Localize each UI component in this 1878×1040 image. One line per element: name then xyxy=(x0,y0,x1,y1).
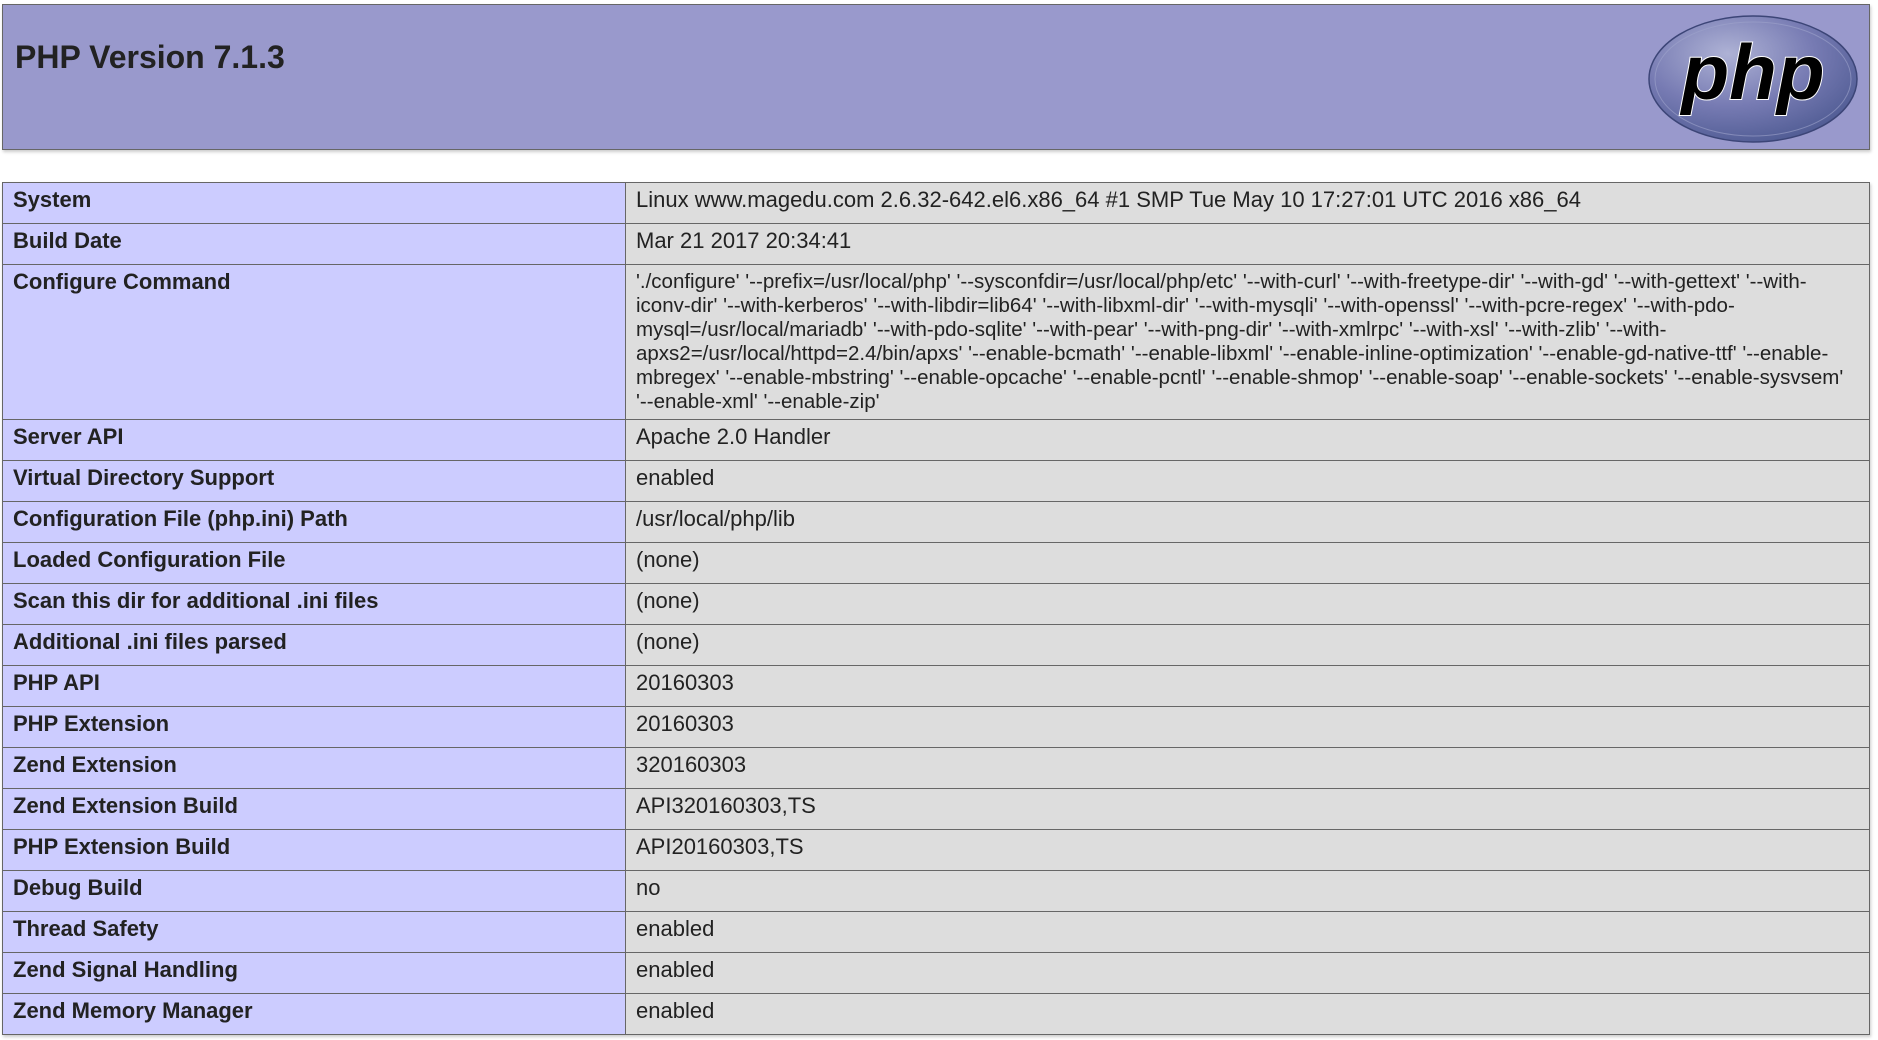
row-key: Server API xyxy=(2,419,626,461)
row-key: PHP Extension xyxy=(2,706,626,748)
table-row: Loaded Configuration File (none) xyxy=(2,542,1870,584)
row-key: Zend Extension xyxy=(2,747,626,789)
info-table: System Linux www.magedu.com 2.6.32-642.el… xyxy=(2,182,1870,1035)
table-row: Build Date Mar 21 2017 20:34:41 xyxy=(2,223,1870,265)
row-value: Mar 21 2017 20:34:41 xyxy=(625,223,1870,265)
row-value: 20160303 xyxy=(625,665,1870,707)
table-row: Zend Extension Build API320160303,TS xyxy=(2,788,1870,830)
table-row: Server API Apache 2.0 Handler xyxy=(2,419,1870,461)
row-value: (none) xyxy=(625,624,1870,666)
row-value: no xyxy=(625,870,1870,912)
row-key: Virtual Directory Support xyxy=(2,460,626,502)
table-row: Zend Memory Manager enabled xyxy=(2,993,1870,1035)
row-key: PHP API xyxy=(2,665,626,707)
php-logo-icon[interactable]: php xyxy=(1647,13,1859,145)
table-row: Configure Command './configure' '--prefix… xyxy=(2,264,1870,420)
table-row: Scan this dir for additional .ini files(… xyxy=(2,583,1870,625)
table-row: PHP Extension 20160303 xyxy=(2,706,1870,748)
row-value: (none) xyxy=(625,542,1870,584)
row-value: enabled xyxy=(625,993,1870,1035)
row-value: Apache 2.0 Handler xyxy=(625,419,1870,461)
row-key: Configuration File (php.ini) Path xyxy=(2,501,626,543)
table-row: Additional .ini files parsed (none) xyxy=(2,624,1870,666)
row-key: Additional .ini files parsed xyxy=(2,624,626,666)
row-key: Zend Extension Build xyxy=(2,788,626,830)
row-key: System xyxy=(2,182,626,224)
row-key: Scan this dir for additional .ini files xyxy=(2,583,626,625)
row-key: Thread Safety xyxy=(2,911,626,953)
table-row: Thread Safety enabled xyxy=(2,911,1870,953)
row-key: Loaded Configuration File xyxy=(2,542,626,584)
row-value: enabled xyxy=(625,460,1870,502)
table-row: Zend Signal Handling enabled xyxy=(2,952,1870,994)
row-key: Zend Memory Manager xyxy=(2,993,626,1035)
table-row: Zend Extension 320160303 xyxy=(2,747,1870,789)
row-value: './configure' '--prefix=/usr/local/php' … xyxy=(625,264,1870,420)
row-value: Linux www.magedu.com 2.6.32-642.el6.x86_… xyxy=(625,182,1870,224)
row-value: /usr/local/php/lib xyxy=(625,501,1870,543)
row-value: API320160303,TS xyxy=(625,788,1870,830)
table-row: PHP Extension Build API20160303,TS xyxy=(2,829,1870,871)
row-key: Debug Build xyxy=(2,870,626,912)
row-value: 320160303 xyxy=(625,747,1870,789)
info-table-body: System Linux www.magedu.com 2.6.32-642.el… xyxy=(2,182,1870,1035)
row-value: enabled xyxy=(625,952,1870,994)
page-title: PHP Version 7.1.3 xyxy=(15,39,285,75)
row-value: enabled xyxy=(625,911,1870,953)
php-logo-text: php xyxy=(1680,28,1825,116)
table-row: Virtual Directory Support enabled xyxy=(2,460,1870,502)
table-row: System Linux www.magedu.com 2.6.32-642.el… xyxy=(2,182,1870,224)
row-key: PHP Extension Build xyxy=(2,829,626,871)
row-key: Zend Signal Handling xyxy=(2,952,626,994)
row-value: API20160303,TS xyxy=(625,829,1870,871)
table-row: Debug Build no xyxy=(2,870,1870,912)
row-value: (none) xyxy=(625,583,1870,625)
row-key: Configure Command xyxy=(2,264,626,420)
row-key: Build Date xyxy=(2,223,626,265)
row-value: 20160303 xyxy=(625,706,1870,748)
table-row: Configuration File (php.ini) Path/usr/lo… xyxy=(2,501,1870,543)
table-row: PHP API 20160303 xyxy=(2,665,1870,707)
page-header: PHP Version 7.1.3 php xyxy=(2,4,1870,150)
